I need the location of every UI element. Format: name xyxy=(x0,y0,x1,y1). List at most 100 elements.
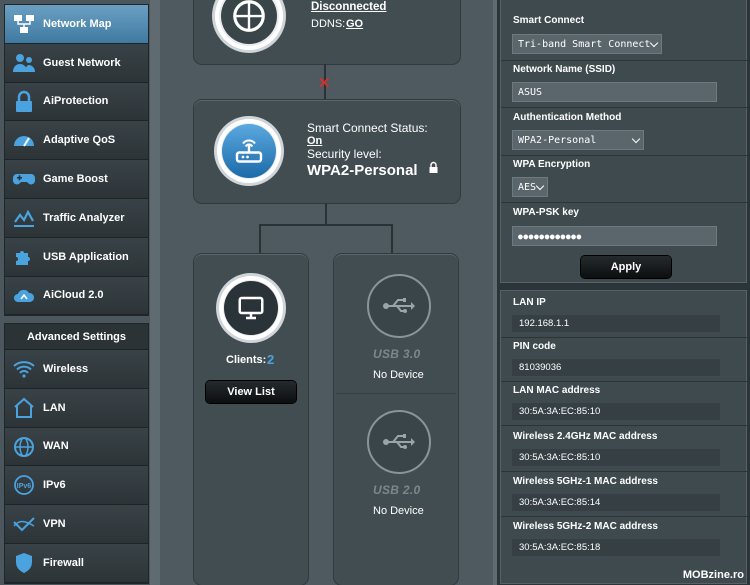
usb3-title: USB 3.0 xyxy=(373,347,421,361)
globe-icon xyxy=(221,0,277,44)
auth-method-label: Authentication Method xyxy=(513,112,622,123)
divider xyxy=(501,202,748,203)
divider xyxy=(501,155,748,156)
puzzle-icon xyxy=(5,238,43,276)
usb3-button[interactable] xyxy=(367,274,431,338)
usb-connector xyxy=(391,224,393,254)
smart-connect-on-link[interactable]: On xyxy=(307,135,322,147)
sidebar-item-label: LAN xyxy=(43,401,66,414)
ddns-go-link[interactable]: GO xyxy=(346,18,363,30)
divider xyxy=(501,425,748,426)
auth-method-value: WPA2-Personal xyxy=(518,134,597,146)
sidebar-item-label: VPN xyxy=(43,518,66,531)
sidebar-item-label: Wireless xyxy=(43,362,89,375)
ssid-field[interactable]: ASUS xyxy=(512,82,717,102)
ssid-label: Network Name (SSID) xyxy=(513,64,616,75)
advanced-settings-header: Advanced Settings xyxy=(5,324,148,350)
usb-icon xyxy=(383,298,415,313)
guest-network-icon xyxy=(5,44,43,82)
router-info-block: LAN IP 192.168.1.1 PIN code 81039036 LAN… xyxy=(500,290,748,584)
clients-count: 2 xyxy=(267,352,275,367)
divider xyxy=(501,516,748,517)
wpa-psk-label: WPA-PSK key xyxy=(513,207,579,218)
speedometer-icon xyxy=(5,121,43,159)
router-button[interactable] xyxy=(217,119,281,183)
network-map-icon xyxy=(5,5,43,43)
sidebar-item-wireless[interactable]: Wireless xyxy=(5,350,148,389)
divider xyxy=(501,107,748,108)
padlock-icon xyxy=(428,161,439,174)
wpa-encryption-label: WPA Encryption xyxy=(513,159,591,170)
sidebar-item-guest-network[interactable]: Guest Network xyxy=(5,43,148,83)
wireless-5g2-mac-label: Wireless 5GHz-2 MAC address xyxy=(513,521,658,532)
shield-icon xyxy=(5,544,43,582)
sidebar-item-aicloud[interactable]: AiCloud 2.0 xyxy=(5,276,148,316)
usb2-status: No Device xyxy=(373,505,424,517)
chevron-down-icon xyxy=(535,181,545,191)
sidebar-item-ipv6[interactable]: IPv6 IPv6 xyxy=(5,466,148,506)
divider xyxy=(501,337,748,338)
clients-connector xyxy=(259,224,261,254)
sidebar-item-label: WAN xyxy=(43,440,69,453)
smart-connect-label: Smart Connect xyxy=(513,15,585,26)
network-map-area: Disconnected DDNS: GO ✕ Smart Connect St… xyxy=(160,0,493,585)
wireless-24-mac-label: Wireless 2.4GHz MAC address xyxy=(513,431,658,442)
smart-connect-status-label: Smart Connect Status: xyxy=(307,121,428,135)
advanced-menu: Advanced Settings Wireless LAN WAN IPv6 … xyxy=(4,323,149,584)
usb-divider xyxy=(336,393,456,394)
smart-connect-select[interactable]: Tri-band Smart Connect xyxy=(512,34,662,54)
lan-ip-value: 192.168.1.1 xyxy=(512,315,720,332)
chevron-down-icon xyxy=(631,134,641,144)
svg-text:IPv6: IPv6 xyxy=(17,483,32,490)
wireless-5g1-mac-value: 30:5A:3A:EC:85:14 xyxy=(512,494,720,511)
wireless-24-mac-value: 30:5A:3A:EC:85:10 xyxy=(512,449,720,466)
internet-status-link[interactable]: Disconnected xyxy=(311,1,386,13)
clients-label: Clients: xyxy=(226,354,267,366)
router-icon xyxy=(222,124,276,178)
usb2-button[interactable] xyxy=(367,410,431,474)
lock-icon xyxy=(5,83,43,121)
divider xyxy=(501,471,748,472)
sidebar-item-game-boost[interactable]: Game Boost xyxy=(5,160,148,199)
sidebar-item-label: USB Application xyxy=(43,250,129,263)
router-connector xyxy=(325,203,327,225)
sidebar-item-usb-application[interactable]: USB Application xyxy=(5,237,148,277)
gamepad-icon xyxy=(5,160,43,198)
security-level-value: WPA2-Personal xyxy=(307,162,418,179)
usb-icon xyxy=(383,434,415,449)
wpa-psk-field[interactable]: ●●●●●●●●●●●● xyxy=(512,226,717,246)
sidebar-item-traffic-analyzer[interactable]: Traffic Analyzer xyxy=(5,198,148,238)
usb2-title: USB 2.0 xyxy=(373,483,421,497)
sidebar-item-label: AiCloud 2.0 xyxy=(43,289,104,302)
sidebar-item-wan[interactable]: WAN xyxy=(5,427,148,467)
sidebar-item-aiprotection[interactable]: AiProtection xyxy=(5,82,148,122)
view-list-button[interactable]: View List xyxy=(206,381,296,403)
pin-code-value: 81039036 xyxy=(512,359,720,376)
sidebar-item-label: IPv6 xyxy=(43,479,66,492)
ipv6-icon: IPv6 xyxy=(5,466,43,504)
apply-button[interactable]: Apply xyxy=(581,256,671,278)
sidebar-item-label: Game Boost xyxy=(43,173,108,186)
sidebar-item-adaptive-qos[interactable]: Adaptive QoS xyxy=(5,121,148,161)
usb3-status: No Device xyxy=(373,369,424,381)
sidebar-item-label: Network Map xyxy=(43,17,112,30)
divider xyxy=(501,381,748,382)
wireless-5g1-mac-label: Wireless 5GHz-1 MAC address xyxy=(513,476,658,487)
status-panel: Smart Connect Tri-band Smart Connect Net… xyxy=(497,0,750,585)
sidebar-item-label: Adaptive QoS xyxy=(43,134,116,147)
watermark: MOBzine.ro xyxy=(682,569,744,581)
vpn-icon xyxy=(5,505,43,543)
lan-mac-value: 30:5A:3A:EC:85:10 xyxy=(512,403,720,420)
disconnected-x-icon: ✕ xyxy=(318,75,331,92)
auth-method-select[interactable]: WPA2-Personal xyxy=(512,130,644,150)
divider xyxy=(501,60,748,61)
cloud-icon xyxy=(5,276,43,314)
lan-mac-label: LAN MAC address xyxy=(513,385,601,396)
clients-button[interactable] xyxy=(219,276,283,340)
branch-connector xyxy=(259,224,393,226)
sidebar-item-network-map[interactable]: Network Map xyxy=(5,5,148,44)
sidebar-item-lan[interactable]: LAN xyxy=(5,388,148,428)
wpa-encryption-select[interactable]: AES xyxy=(512,177,548,197)
sidebar-item-firewall[interactable]: Firewall xyxy=(5,543,148,583)
sidebar-item-vpn[interactable]: VPN xyxy=(5,505,148,544)
